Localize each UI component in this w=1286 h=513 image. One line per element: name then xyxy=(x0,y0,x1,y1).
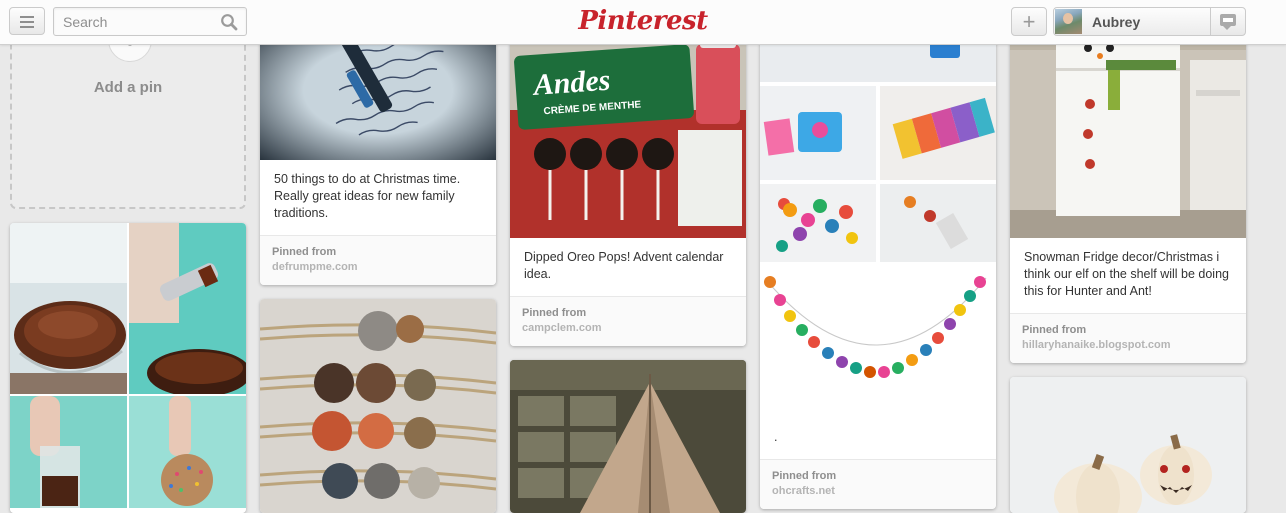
add-button[interactable]: + xyxy=(1011,7,1047,36)
pin-attribution: Pinned from ohcrafts.net xyxy=(760,459,996,509)
user-menu[interactable]: Aubrey xyxy=(1053,7,1211,36)
notifications-button[interactable] xyxy=(1210,7,1246,36)
add-a-pin-label: Add a pin xyxy=(93,79,163,96)
collage-photo-melted-chocolate xyxy=(10,223,127,394)
pinterest-logo[interactable]: Pinterest xyxy=(560,3,726,39)
pin-card-christmas-list[interactable]: 50 things to do at Christmas time. Reall… xyxy=(260,20,496,285)
collage-photo-sprinkle-donut xyxy=(129,396,246,513)
pin-image-white-pumpkins[interactable] xyxy=(1010,377,1246,513)
pin-attribution: Pinned from hillaryhanaike.blogspot.com xyxy=(1010,313,1246,363)
pin-description: . xyxy=(774,430,778,444)
pin-source-link[interactable]: campclem.com xyxy=(522,321,734,336)
menu-button[interactable] xyxy=(9,7,45,35)
pin-image-heart-garland[interactable] xyxy=(760,20,996,418)
menu-icon xyxy=(20,16,34,31)
pin-attribution: Pinned from campclem.com xyxy=(510,296,746,346)
pin-image-snowman-fridge[interactable] xyxy=(1010,20,1246,238)
package-brand-text: Andes xyxy=(531,64,612,102)
pin-image-oreo-pops[interactable]: Andes CRÈME DE MENTHE xyxy=(510,20,746,238)
pin-card-button-bracelets[interactable] xyxy=(260,299,496,513)
pinned-from-label: Pinned from xyxy=(522,307,587,319)
search-icon[interactable] xyxy=(220,13,238,31)
user-name: Aubrey xyxy=(1092,14,1141,30)
pin-source-link[interactable]: defrumpme.com xyxy=(272,260,484,275)
collage-photo-pouring xyxy=(129,223,246,394)
pin-card-paper-hearts[interactable]: . Pinned from ohcrafts.net xyxy=(760,20,996,509)
pin-card-white-pumpkins[interactable] xyxy=(1010,377,1246,513)
pin-attribution: Pinned from defrumpme.com xyxy=(260,235,496,285)
pin-image-tent[interactable] xyxy=(510,360,746,513)
add-a-pin-card[interactable]: + Add a pin xyxy=(10,18,246,209)
pin-card-oreo-pops[interactable]: Andes CRÈME DE MENTHE Dipped Oreo Pops! … xyxy=(510,20,746,346)
pin-source-link[interactable]: hillaryhanaike.blogspot.com xyxy=(1022,338,1234,353)
search-box[interactable] xyxy=(53,7,247,36)
pin-image-button-bracelets[interactable] xyxy=(260,299,496,513)
plus-icon: + xyxy=(1022,9,1036,34)
pin-description: Dipped Oreo Pops! Advent calendar idea. xyxy=(524,250,724,281)
pinned-from-label: Pinned from xyxy=(772,470,837,482)
avatar xyxy=(1055,9,1082,34)
collage-photo-dipping xyxy=(10,396,127,513)
search-input[interactable] xyxy=(54,8,223,35)
top-navigation-bar: Pinterest + Aubrey xyxy=(0,0,1286,45)
pinned-from-label: Pinned from xyxy=(1022,324,1087,336)
pinned-from-label: Pinned from xyxy=(272,246,337,258)
pin-image-collage[interactable] xyxy=(10,223,246,513)
pin-source-link[interactable]: ohcrafts.net xyxy=(772,484,984,499)
notifications-icon xyxy=(1220,14,1236,30)
pin-description: 50 things to do at Christmas time. Reall… xyxy=(274,172,461,220)
pin-card-chocolate-dipping[interactable] xyxy=(10,223,246,513)
pin-description: Snowman Fridge decor/Christmas i think o… xyxy=(1024,250,1229,298)
pin-card-snowman-fridge[interactable]: Snowman Fridge decor/Christmas i think o… xyxy=(1010,20,1246,363)
pin-card-tent[interactable] xyxy=(510,360,746,513)
